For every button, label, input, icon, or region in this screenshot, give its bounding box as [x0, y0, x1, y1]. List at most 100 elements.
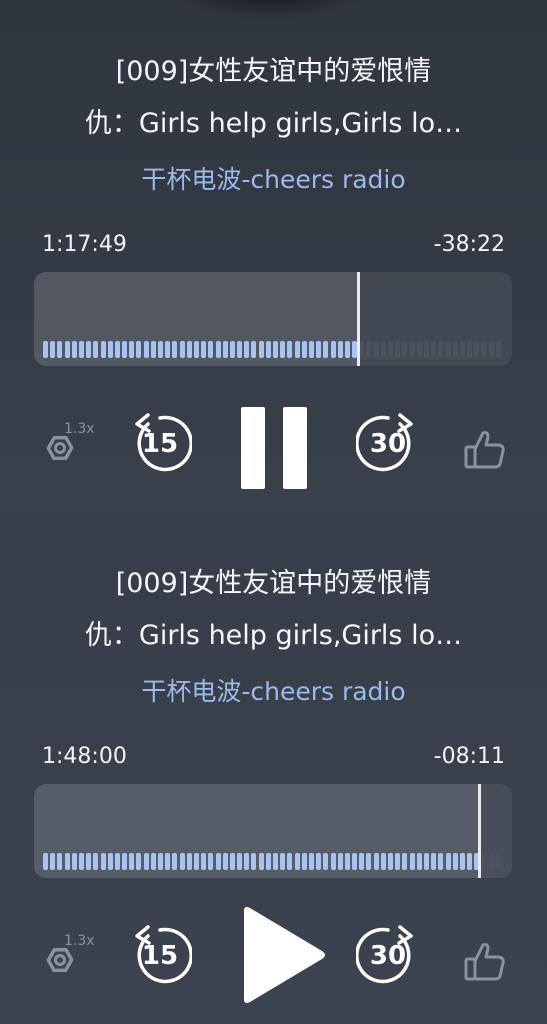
- waveform-bar: [201, 853, 207, 870]
- playback-speed-label: 1.3x: [64, 933, 95, 949]
- forward-30-button[interactable]: 30: [355, 412, 420, 476]
- waveform-bar: [395, 341, 401, 358]
- waveform-bar: [244, 853, 250, 870]
- waveform-bar: [165, 341, 171, 358]
- play-button[interactable]: [240, 905, 330, 1005]
- waveform-bar: [337, 341, 343, 358]
- rewind-seconds: 15: [141, 429, 179, 459]
- waveform-bar: [258, 853, 264, 870]
- waveform-bar: [208, 853, 214, 870]
- waveform-bar: [193, 341, 199, 358]
- waveform-bar: [431, 853, 437, 870]
- waveform-bar: [222, 341, 228, 358]
- podcast-author-link[interactable]: 干杯电波-cheers radio: [0, 160, 547, 196]
- waveform-bar: [78, 853, 84, 870]
- waveform-bar: [43, 341, 48, 358]
- waveform-bar: [409, 341, 415, 358]
- waveform-bar: [308, 853, 314, 870]
- waveform-bar: [488, 853, 494, 870]
- waveform-bar: [474, 341, 480, 358]
- waveform-bar: [237, 341, 243, 358]
- forward-30-button[interactable]: 30: [355, 924, 420, 988]
- waveform-bar: [337, 853, 343, 870]
- waveform-bar: [323, 853, 329, 870]
- waveform-bar: [114, 853, 120, 870]
- waveform-bar: [136, 341, 142, 358]
- episode-title-line1: [009]女性友谊中的爱恨情: [115, 56, 432, 87]
- waveform-bar: [344, 341, 350, 358]
- waveform-scrubber[interactable]: [34, 272, 512, 366]
- waveform-bar: [301, 853, 307, 870]
- waveform-bar: [251, 853, 257, 870]
- waveform-bar: [100, 853, 106, 870]
- playhead-cursor[interactable]: [357, 272, 360, 366]
- waveform-bar: [71, 853, 77, 870]
- waveform-bar: [265, 341, 271, 358]
- waveform-bar: [359, 341, 365, 358]
- waveform-bar: [78, 341, 84, 358]
- waveform-bar: [409, 853, 415, 870]
- waveform-bar: [423, 341, 429, 358]
- waveform-bar: [150, 853, 156, 870]
- waveform-bar: [100, 341, 106, 358]
- waveform-bar: [107, 853, 113, 870]
- remaining-time: -38:22: [433, 232, 505, 257]
- waveform-bar: [301, 341, 307, 358]
- playback-speed-button[interactable]: 1.3x: [34, 418, 104, 478]
- waveform-bar: [129, 341, 135, 358]
- waveform-bar: [488, 341, 494, 358]
- waveform-bar: [294, 341, 300, 358]
- waveform-bar: [423, 853, 429, 870]
- waveform-bar: [237, 853, 243, 870]
- like-button[interactable]: [460, 937, 510, 987]
- waveform-bar: [352, 853, 358, 870]
- episode-title-line2: 仇：Girls help girls,Girls lo…: [84, 108, 463, 139]
- waveform-bar: [64, 853, 70, 870]
- waveform-bar: [158, 853, 163, 870]
- waveform-bar: [64, 341, 70, 358]
- pause-button[interactable]: [238, 407, 308, 489]
- rewind-15-button[interactable]: 15: [128, 924, 193, 988]
- playback-speed-button[interactable]: 1.3x: [34, 930, 104, 990]
- like-button[interactable]: [460, 425, 510, 475]
- pause-icon-bar: [283, 407, 307, 489]
- player-panel-playing: [009]女性友谊中的爱恨情 仇：Girls help girls,Girls …: [0, 0, 547, 512]
- waveform-bar: [208, 341, 214, 358]
- waveform-bar: [452, 853, 458, 870]
- waveform-bar: [57, 341, 63, 358]
- waveform-bar: [402, 853, 408, 870]
- waveform-bar: [93, 853, 99, 870]
- waveform-bar: [172, 341, 178, 358]
- waveform-bar: [229, 341, 235, 358]
- waveform-bar: [186, 853, 192, 870]
- waveform-bars: [43, 852, 503, 870]
- waveform-scrubber[interactable]: [34, 784, 512, 878]
- waveform-bar: [445, 853, 451, 870]
- podcast-author-link[interactable]: 干杯电波-cheers radio: [0, 672, 547, 708]
- waveform-bar: [380, 341, 386, 358]
- waveform-bar: [481, 853, 487, 870]
- waveform-bar: [330, 341, 336, 358]
- waveform-bar: [380, 853, 386, 870]
- waveform-bar: [294, 853, 300, 870]
- waveform-bar: [366, 341, 372, 358]
- waveform-bar: [50, 341, 56, 358]
- forward-seconds: 30: [369, 941, 407, 971]
- waveform-bar: [143, 341, 149, 358]
- waveform-bar: [129, 853, 135, 870]
- waveform-bar: [366, 853, 372, 870]
- remaining-time: -08:11: [433, 744, 505, 769]
- waveform-bar: [114, 341, 120, 358]
- waveform-bar: [316, 853, 322, 870]
- waveform-bar: [201, 341, 207, 358]
- waveform-bar: [273, 341, 278, 358]
- waveform-bar: [323, 341, 329, 358]
- waveform-bar: [93, 341, 99, 358]
- elapsed-time: 1:48:00: [42, 744, 127, 769]
- waveform-bar: [122, 853, 128, 870]
- waveform-bar: [388, 341, 393, 358]
- playback-speed-label: 1.3x: [64, 421, 95, 437]
- playhead-cursor[interactable]: [478, 784, 481, 878]
- rewind-15-button[interactable]: 15: [128, 412, 193, 476]
- waveform-bar: [373, 341, 379, 358]
